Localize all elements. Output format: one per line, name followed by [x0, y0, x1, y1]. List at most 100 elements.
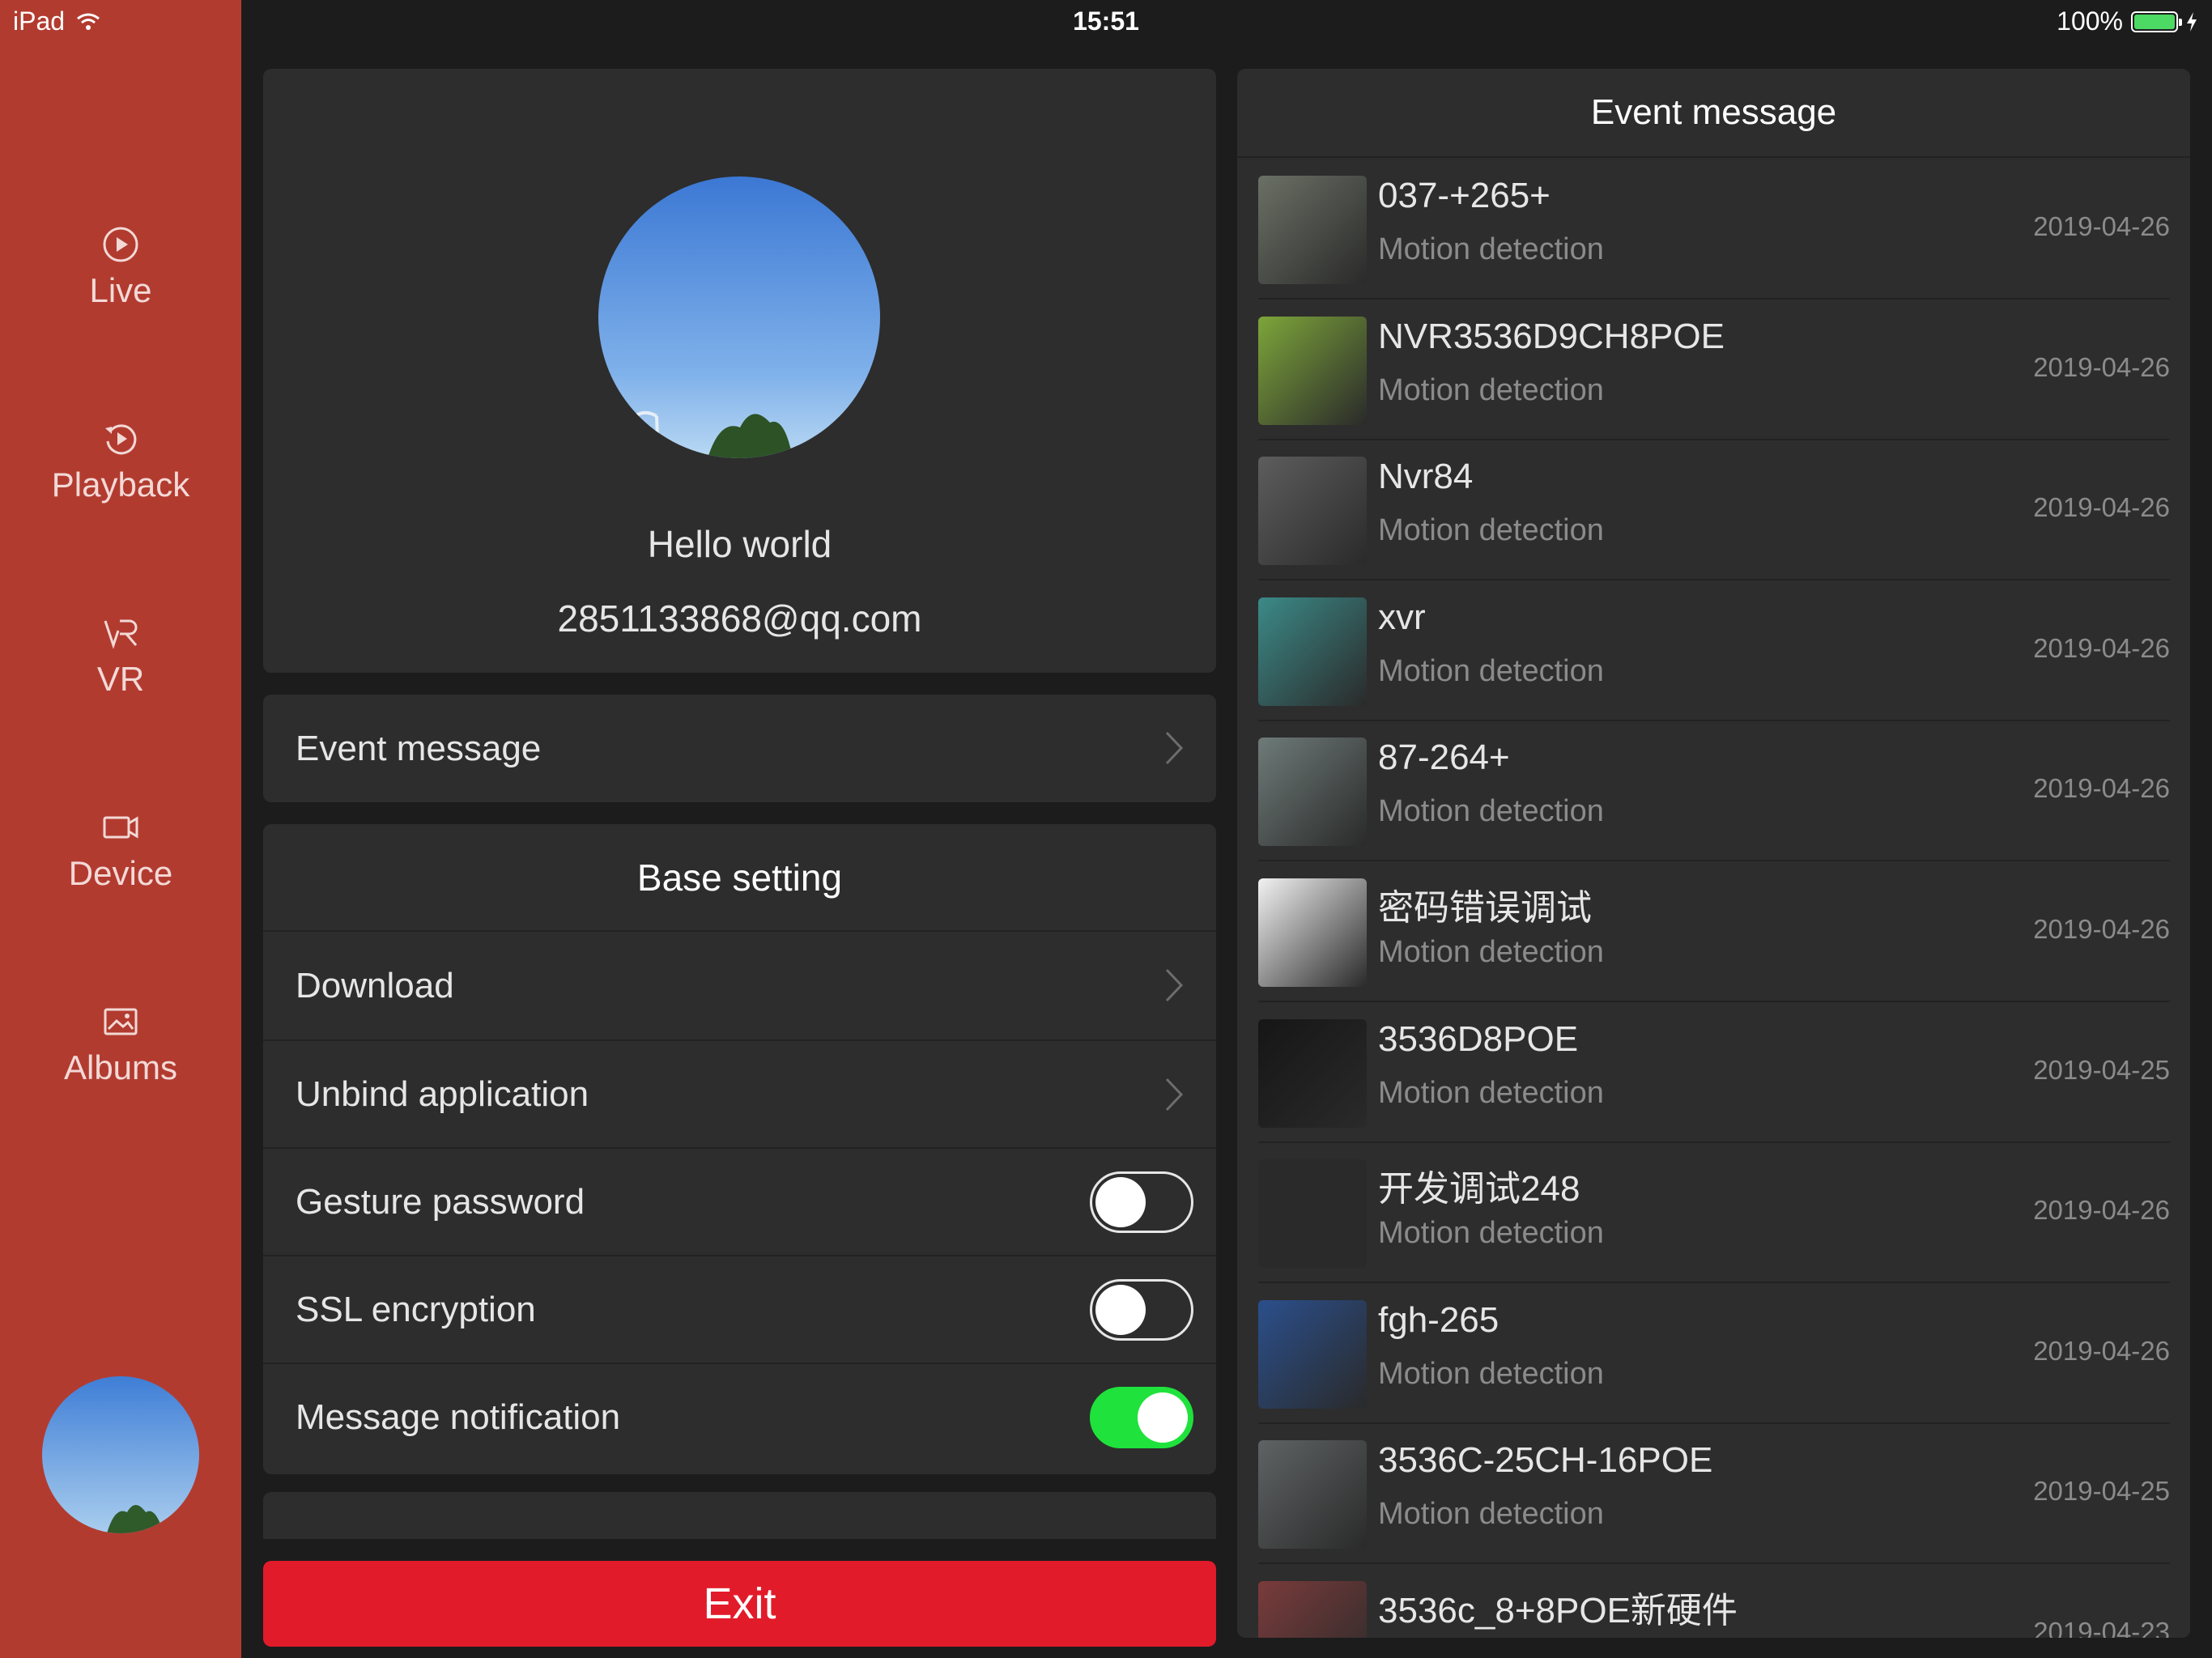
event-message-panel: Event message 037-+265+ Motion detection 2…	[1237, 69, 2190, 1638]
play-circle-icon	[103, 227, 138, 262]
event-thumbnail	[1258, 1440, 1367, 1550]
event-thumbnail	[1258, 1581, 1367, 1638]
event-type: Motion detection	[1378, 232, 1604, 266]
sidebar-item-albums[interactable]: Albums	[0, 963, 241, 1125]
vr-icon	[104, 619, 138, 649]
event-device-name: 87-264+	[1378, 738, 1510, 778]
sidebar-item-live[interactable]: Live	[0, 186, 241, 348]
event-device-name: 密码错误调试	[1378, 888, 1592, 928]
event-thumbnail	[1258, 1159, 1367, 1269]
profile-card: Hello world 2851133868@qq.com	[263, 69, 1216, 673]
list-item[interactable]: 3536c_8+8POE新硬件Motion detection2019-04-2…	[1258, 1565, 2170, 1638]
avatar[interactable]	[42, 1376, 199, 1533]
sidebar-item-playback[interactable]: Playback	[0, 380, 241, 542]
sidebar-item-label: Albums	[63, 1048, 178, 1086]
event-type: Motion detection	[1378, 653, 1604, 688]
event-date: 2019-04-26	[2033, 211, 2170, 241]
list-item[interactable]: 3536D8POE Motion detection 2019-04-25	[1258, 1003, 2170, 1143]
event-date: 2019-04-26	[2033, 492, 2170, 523]
event-date: 2019-04-23	[2033, 1617, 2170, 1638]
message-notification-row: Message notification	[263, 1363, 1216, 1470]
unbind-application-label: Unbind application	[296, 1073, 589, 1114]
profile-email: 2851133868@qq.com	[557, 597, 922, 640]
event-thumbnail	[1258, 1299, 1367, 1409]
event-date: 2019-04-26	[2033, 773, 2170, 804]
ssl-encryption-row: SSL encryption	[263, 1255, 1216, 1363]
event-thumbnail	[1258, 316, 1367, 425]
charging-bolt-icon	[2187, 11, 2197, 32]
ssl-encryption-label: SSL encryption	[296, 1289, 536, 1329]
event-date: 2019-04-26	[2033, 351, 2170, 382]
event-date: 2019-04-26	[2033, 914, 2170, 944]
status-time: 15:51	[1073, 6, 1139, 36]
sidebar-item-device[interactable]: Device	[0, 769, 241, 931]
list-item[interactable]: NVR3536D9CH8POE Motion detection 2019-04-2…	[1258, 300, 2170, 440]
event-type: Motion detection	[1378, 372, 1604, 407]
sidebar-item-vr[interactable]: VR	[0, 575, 241, 737]
event-date: 2019-04-25	[2033, 1054, 2170, 1085]
event-type: Motion detection	[1378, 1356, 1604, 1391]
ssl-encryption-toggle[interactable]	[1090, 1279, 1193, 1341]
event-thumbnail	[1258, 1018, 1367, 1128]
replay-icon	[105, 424, 137, 455]
battery-percent: 100%	[2057, 6, 2123, 36]
gesture-password-toggle[interactable]	[1090, 1171, 1193, 1233]
list-item[interactable]: fgh-265 Motion detection 2019-04-26	[1258, 1284, 2170, 1424]
event-device-name: 3536C-25CH-16POE	[1378, 1440, 1713, 1481]
event-type: Motion detection	[1378, 1497, 1604, 1532]
avatar-image	[598, 176, 880, 458]
list-item[interactable]: 开发调试248 Motion detection 2019-04-26	[1258, 1143, 2170, 1284]
list-item[interactable]: 3536C-25CH-16POE Motion detection 2019-04-…	[1258, 1424, 2170, 1565]
sidebar-item-label: VR	[96, 660, 145, 698]
event-device-name: 3536c_8+8POE新硬件	[1378, 1591, 1738, 1630]
event-device-name: fgh-265	[1378, 1299, 1499, 1340]
sidebar-item-label: Device	[68, 854, 173, 892]
download-label: Download	[296, 965, 454, 1005]
event-type: Motion detection	[1378, 935, 1604, 969]
list-item[interactable]: Nvr84 Motion detection 2019-04-26	[1258, 440, 2170, 581]
version-row[interactable]	[263, 1492, 1216, 1539]
camera-icon	[103, 816, 138, 839]
sidebar: Live Playback VR Device Albums	[0, 0, 241, 1658]
chevron-right-icon	[1165, 968, 1184, 1002]
event-date: 2019-04-26	[2033, 632, 2170, 663]
list-item[interactable]: 87-264+ Motion detection 2019-04-26	[1258, 721, 2170, 862]
exit-button[interactable]: Exit	[263, 1561, 1216, 1647]
event-device-name: 037-+265+	[1378, 176, 1551, 215]
image-icon	[104, 1008, 138, 1035]
list-item[interactable]: xvr Motion detection 2019-04-26	[1258, 581, 2170, 721]
base-setting-title: Base setting	[263, 824, 1216, 932]
event-date: 2019-04-25	[2033, 1476, 2170, 1507]
event-thumbnail	[1258, 738, 1367, 847]
event-type: Motion detection	[1378, 1216, 1604, 1251]
event-device-name: NVR3536D9CH8POE	[1378, 316, 1725, 356]
event-thumbnail	[1258, 597, 1367, 706]
status-bar: iPad 15:51 100%	[0, 0, 2212, 42]
event-thumbnail	[1258, 457, 1367, 566]
message-notification-label: Message notification	[296, 1397, 621, 1437]
download-row[interactable]: Download	[263, 932, 1216, 1039]
chevron-right-icon	[1165, 1078, 1184, 1112]
event-device-name: xvr	[1378, 597, 1426, 637]
base-setting-card: Base setting Download Unbind application…	[263, 824, 1216, 1474]
sidebar-item-label: Playback	[51, 466, 190, 504]
battery-icon	[2131, 11, 2182, 32]
event-type: Motion detection	[1378, 513, 1604, 548]
event-message-label: Event message	[296, 728, 542, 768]
list-item[interactable]: 密码错误调试 Motion detection 2019-04-26	[1258, 862, 2170, 1002]
event-device-name: 开发调试248	[1378, 1169, 1580, 1209]
sidebar-item-label: Live	[89, 271, 152, 309]
event-date: 2019-04-26	[2033, 1335, 2170, 1366]
event-panel-title: Event message	[1237, 69, 2190, 158]
event-message-row[interactable]: Event message	[263, 695, 1216, 802]
event-type: Motion detection	[1378, 794, 1604, 829]
status-right: 100%	[2057, 6, 2197, 36]
avatar-image	[42, 1376, 199, 1533]
message-notification-toggle[interactable]	[1090, 1387, 1193, 1448]
event-type: Motion detection	[1378, 1075, 1604, 1110]
list-item[interactable]: 037-+265+ Motion detection 2019-04-26	[1258, 159, 2170, 300]
unbind-application-row[interactable]: Unbind application	[263, 1039, 1216, 1147]
gesture-password-row: Gesture password	[263, 1147, 1216, 1255]
profile-avatar[interactable]	[598, 176, 880, 458]
event-thumbnail	[1258, 878, 1367, 987]
